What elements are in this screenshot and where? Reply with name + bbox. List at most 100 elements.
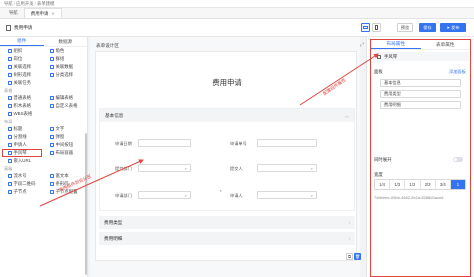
component-icon [8, 65, 12, 69]
accordion-panel-header[interactable]: 基本信息 ︿ [100, 109, 354, 122]
component-item[interactable]: 文字 [44, 125, 84, 133]
component-item[interactable]: 嵌入URL [2, 157, 42, 165]
accordion-label: 同时展开 [374, 157, 392, 162]
component-item[interactable]: 组织 [2, 47, 42, 55]
component-item[interactable]: 流水号 [2, 172, 42, 180]
tab-form-properties[interactable]: 表单属性 [421, 40, 471, 49]
component-label: 组织 [13, 48, 23, 53]
accordion-panel-header[interactable]: 费用类型 › [99, 216, 355, 229]
user-input[interactable]: ⌕ [257, 191, 317, 199]
breadcrumb: 导航 / 应用开发 / 表单建模 [0, 0, 474, 8]
component-item[interactable]: 字段二维码 [2, 180, 42, 188]
field-label: 申请人 [230, 193, 243, 198]
component-item[interactable]: 布局容器 [44, 149, 84, 157]
save-button[interactable]: 保存 [419, 23, 436, 32]
field-label: 提交人 [230, 166, 243, 171]
date-input[interactable] [138, 139, 191, 147]
chevron-right-icon[interactable]: › [349, 236, 350, 241]
required-mark: * [220, 189, 222, 194]
department-input[interactable]: ⌕ [138, 191, 191, 199]
copy-icon[interactable]: ⧉ [346, 253, 353, 260]
accordion-panel-basic-info[interactable]: 基本信息 ︿ 申请日期 申请单号 提交部门 ⌕ 提交人 ⌕ 申请部门 ⌕ * 申… [99, 108, 355, 211]
search-icon[interactable]: ⌕ [185, 166, 187, 171]
breadcrumb-home[interactable]: 导航 [4, 1, 13, 7]
desktop-view-button[interactable] [361, 23, 370, 32]
width-option-selected[interactable]: 1 [450, 180, 466, 189]
component-item[interactable]: 树形选择 [2, 71, 42, 79]
tab-expense-application[interactable]: 费用申请 ✕ [23, 8, 62, 18]
width-option[interactable]: 1/3 [390, 180, 406, 189]
panel-name-input[interactable]: 基本信息 [380, 79, 461, 87]
user-input[interactable]: ⌕ [257, 164, 317, 172]
component-item[interactable]: 群组 [44, 55, 84, 63]
add-panel-link[interactable]: 添加面板 [449, 69, 466, 75]
close-icon[interactable]: ✕ [51, 11, 54, 16]
tab-components[interactable]: 组件 [0, 37, 44, 46]
width-option[interactable]: 1/4 [375, 180, 391, 189]
accordion-toggle[interactable] [453, 157, 463, 162]
tab-layout-properties[interactable]: 布局属性 [371, 40, 421, 49]
component-icon [8, 49, 12, 53]
search-icon[interactable]: ⌕ [311, 193, 313, 198]
component-label: 关联选择 [13, 64, 32, 69]
component-item[interactable]: 分类选择 [44, 71, 84, 79]
component-item[interactable]: 关联任务 [2, 79, 42, 87]
component-item[interactable]: 申请人 [2, 141, 42, 149]
component-item[interactable]: 普通表格 [2, 94, 42, 102]
department-input[interactable]: ⌕ [138, 164, 191, 172]
component-item[interactable]: 岗位 [2, 55, 42, 63]
dialog-icon [50, 135, 54, 139]
component-label: 分割线 [13, 134, 27, 139]
component-item[interactable]: 分割线 [2, 133, 42, 141]
component-item[interactable]: 弹窗 [44, 133, 84, 141]
component-id: 7d9eeee-00bb-4662-8c2a-8288d3aced [374, 195, 444, 200]
component-label: 积木表格 [13, 103, 32, 108]
breadcrumb-app[interactable]: 应用开发 [16, 1, 34, 7]
component-grid-basic: 组织 角色 岗位 群组 关联选择 关联数据 树形选择 分类选择 关联任务 [0, 47, 87, 87]
component-item[interactable]: 编辑表格 [44, 94, 84, 102]
form-design-canvas: 表单设计区 费用申请 基本信息 ︿ 申请日期 申请单号 提交部门 ⌕ 提交人 ⌕… [90, 37, 361, 277]
component-label: 标题 [13, 126, 23, 131]
component-panel-scrollbar[interactable] [85, 133, 87, 275]
table-icon [50, 96, 54, 100]
component-item[interactable]: 关联选择 [2, 63, 42, 71]
component-item[interactable]: 中间按钮 [44, 141, 84, 149]
search-icon[interactable]: ⌕ [185, 193, 187, 198]
preview-button[interactable]: 预览 [397, 23, 413, 32]
delete-icon[interactable]: 🗑 [354, 253, 361, 260]
panel-name-input[interactable]: 费用明细 [380, 101, 461, 109]
accordion-panel-expense-detail[interactable]: 费用明细 › [99, 232, 355, 245]
phone-icon [375, 25, 378, 30]
component-item[interactable]: 标题 [2, 125, 42, 133]
tab-data-source[interactable]: 数据源 [44, 37, 88, 46]
monitor-icon [363, 26, 368, 29]
chevron-right-icon[interactable]: › [349, 220, 350, 225]
component-label: 子节点 [13, 189, 27, 194]
mobile-view-button[interactable] [372, 23, 381, 32]
publish-button[interactable]: ➤ 发布 [440, 23, 466, 32]
text-input[interactable] [257, 139, 317, 147]
tab-home[interactable]: 导航 [3, 8, 24, 18]
form-title: 费用申请 [212, 78, 242, 87]
component-item-accordion[interactable]: 手风琴 [2, 149, 42, 157]
component-item[interactable]: 积木表格 [2, 102, 42, 110]
width-option[interactable]: 2/3 [421, 180, 436, 189]
component-item[interactable]: 自定义表格 [44, 102, 84, 110]
search-icon[interactable]: ⌕ [311, 166, 313, 171]
width-option[interactable]: 3/4 [436, 180, 451, 189]
chevron-up-icon[interactable]: ︿ [345, 113, 349, 119]
panels-label: 面板 [374, 69, 383, 74]
accordion-panel-expense-type[interactable]: 费用类型 › [99, 216, 355, 229]
component-item[interactable]: WBS表格 [2, 110, 42, 118]
component-item[interactable]: 角色 [44, 47, 84, 55]
accordion-icon [377, 54, 381, 59]
width-option[interactable]: 1/2 [405, 180, 421, 189]
component-item[interactable]: 子节点 [2, 188, 42, 196]
accordion-panel-header[interactable]: 费用明细 › [99, 232, 355, 245]
component-item[interactable]: 关联数据 [44, 63, 84, 71]
panel-name-input[interactable]: 费用类型 [380, 90, 461, 98]
component-label: 布局容器 [55, 150, 74, 155]
expand-icon[interactable]: ⤢ [360, 42, 364, 48]
property-panel-tabs: 布局属性 表单属性 [371, 40, 470, 50]
component-label: 弹窗 [55, 134, 65, 139]
